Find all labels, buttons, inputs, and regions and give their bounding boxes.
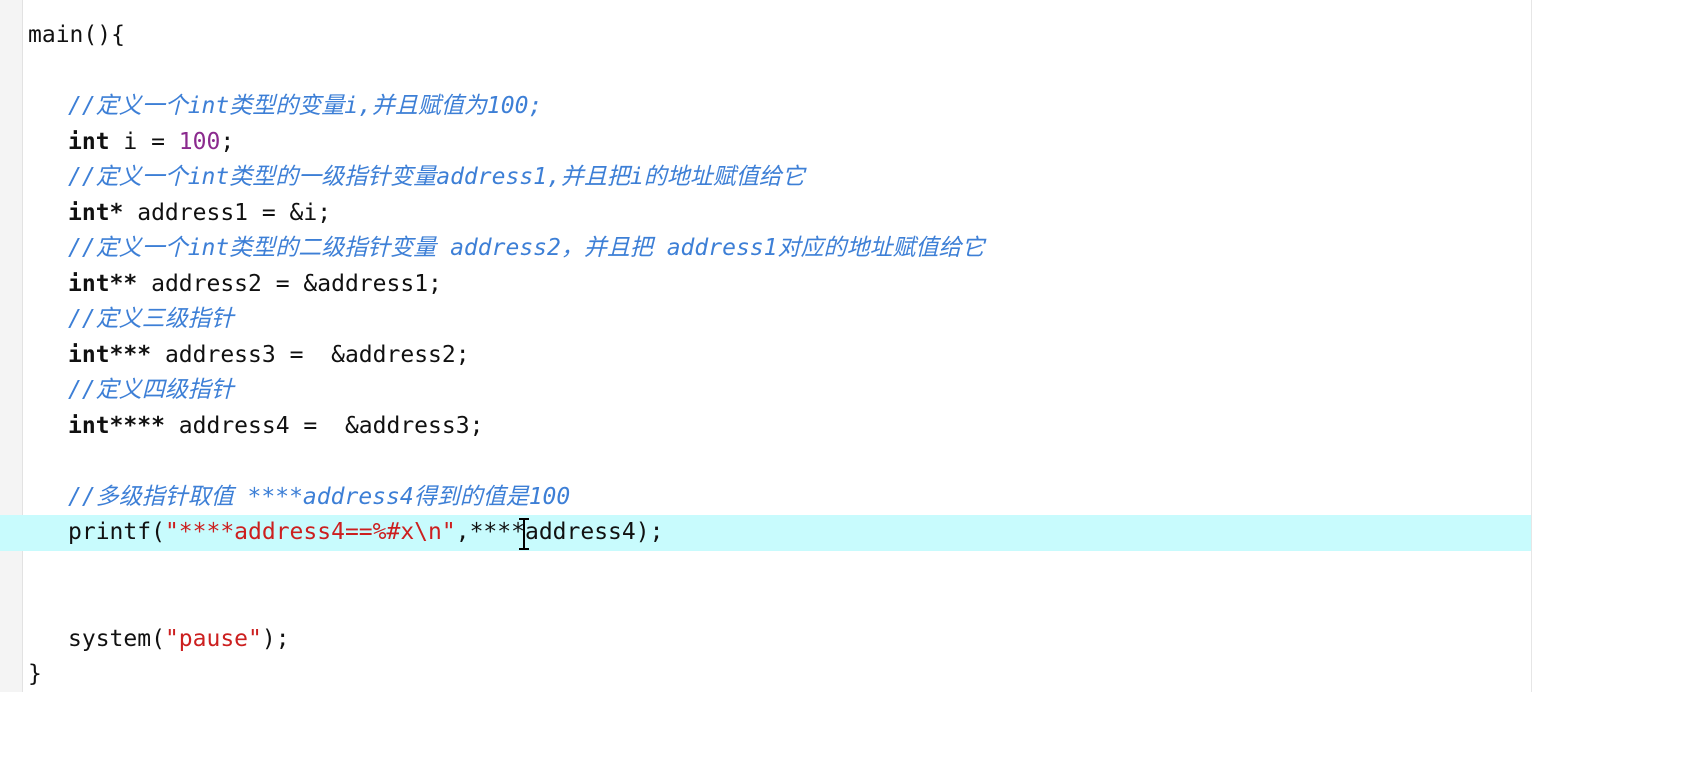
code-line-16[interactable] (0, 551, 1531, 587)
code-line-11[interactable]: //定义四级指针 (0, 373, 1531, 409)
code-text: address2 = &address1; (137, 270, 442, 297)
code-text: i = (109, 128, 179, 155)
string-literal: "****address4==%#x\n" (164, 519, 456, 545)
code-text: ; (220, 128, 235, 155)
number-literal: 100 (178, 128, 221, 155)
code-line-10[interactable]: int*** address3 = &address2; (0, 338, 1531, 374)
code-text: address1 = &i; (123, 199, 332, 226)
code-line-17[interactable] (0, 586, 1531, 622)
code-text: address3 = &address2; (151, 341, 470, 368)
code-line-2[interactable] (0, 54, 1531, 90)
string-literal: "pause" (164, 625, 262, 652)
code-text: address4 = &address3; (164, 412, 484, 439)
code-text: ); (261, 625, 290, 652)
code-editor[interactable]: main(){ //定义一个int类型的变量i,并且赋值为100; int i … (0, 18, 1531, 693)
code-text: ,****address4); (455, 519, 664, 545)
code-line-14[interactable]: //多级指针取值 ****address4得到的值是100 (0, 480, 1531, 516)
code-line-7[interactable]: //定义一个int类型的二级指针变量 address2，并且把 address1… (0, 231, 1531, 267)
code-line-5[interactable]: //定义一个int类型的一级指针变量address1,并且把i的地址赋值给它 (0, 160, 1531, 196)
comment: //定义一个int类型的二级指针变量 address2，并且把 address1… (68, 235, 985, 261)
keyword: int** (68, 270, 138, 297)
code-line-1[interactable]: main(){ (0, 18, 1531, 54)
code-line-13[interactable] (0, 444, 1531, 480)
keyword: int**** (68, 412, 165, 439)
comment: //定义三级指针 (68, 306, 234, 332)
function-header: main(){ (28, 22, 125, 48)
comment: //定义一个int类型的变量i,并且赋值为100; (68, 93, 543, 119)
print-margin-line (1531, 0, 1532, 692)
comment: //定义一个int类型的一级指针变量address1,并且把i的地址赋值给它 (68, 164, 805, 190)
keyword: int (68, 128, 110, 155)
function-call: printf( (68, 519, 165, 545)
code-line-6[interactable]: int* address1 = &i; (0, 196, 1531, 232)
code-line-8[interactable]: int** address2 = &address1; (0, 267, 1531, 303)
code-line-15-current[interactable]: printf("****address4==%#x\n",****address… (0, 515, 1531, 551)
code-line-18[interactable]: system("pause"); (0, 622, 1531, 658)
code-line-4[interactable]: int i = 100; (0, 125, 1531, 161)
keyword: int*** (68, 341, 152, 368)
comment: //多级指针取值 ****address4得到的值是100 (68, 483, 571, 510)
code-line-19[interactable]: } (0, 657, 1531, 693)
text-cursor-ibeam-icon (518, 517, 530, 551)
function-call: system( (68, 625, 165, 652)
code-line-3[interactable]: //定义一个int类型的变量i,并且赋值为100; (0, 89, 1531, 125)
closing-brace: } (28, 661, 42, 687)
code-line-9[interactable]: //定义三级指针 (0, 302, 1531, 338)
code-line-12[interactable]: int**** address4 = &address3; (0, 409, 1531, 445)
keyword: int* (68, 199, 124, 226)
comment: //定义四级指针 (68, 377, 234, 403)
